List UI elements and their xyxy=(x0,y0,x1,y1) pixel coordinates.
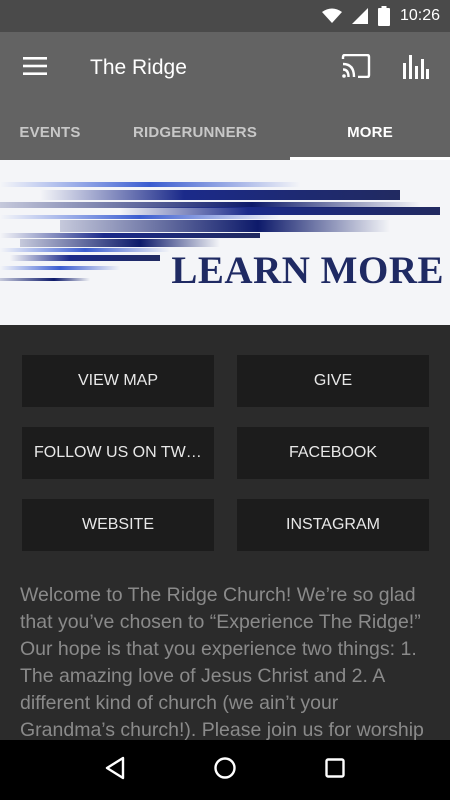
stats-button[interactable] xyxy=(386,32,446,104)
website-label: WEBSITE xyxy=(81,516,154,533)
give-label: GIVE xyxy=(313,372,353,389)
view-map-label: VIEW MAP xyxy=(77,372,158,389)
back-button[interactable] xyxy=(85,740,145,800)
tab-ridgerunners[interactable]: RIDGERUNNERS xyxy=(100,104,290,160)
back-icon xyxy=(104,756,126,785)
signal-icon xyxy=(351,8,368,24)
learn-more-banner[interactable]: LEARN MORE xyxy=(0,160,450,325)
welcome-text: Welcome to The Ridge Church! We’re so gl… xyxy=(20,584,424,740)
instagram-button[interactable]: INSTAGRAM xyxy=(237,499,429,551)
banner-streaks-graphic xyxy=(0,182,440,281)
wifi-icon xyxy=(321,8,342,24)
status-bar: 10:26 xyxy=(0,0,450,32)
hamburger-menu-icon xyxy=(23,56,47,80)
instagram-label: INSTAGRAM xyxy=(286,516,380,533)
give-button[interactable]: GIVE xyxy=(237,355,429,407)
more-content: VIEW MAP GIVE FOLLOW US ON TWI… FACEBOOK… xyxy=(0,325,450,740)
tab-more[interactable]: MORE xyxy=(290,104,450,160)
app-title: The Ridge xyxy=(90,56,187,79)
cast-button[interactable] xyxy=(326,32,386,104)
follow-twitter-button[interactable]: FOLLOW US ON TWI… xyxy=(22,427,214,479)
system-nav-bar xyxy=(0,740,450,800)
battery-icon xyxy=(377,6,390,26)
recents-button[interactable] xyxy=(305,740,365,800)
facebook-button[interactable]: FACEBOOK xyxy=(237,427,429,479)
recents-icon xyxy=(325,757,345,783)
banner-title: LEARN MORE xyxy=(171,249,444,292)
app-bar: The Ridge xyxy=(0,32,450,104)
home-button[interactable] xyxy=(195,740,255,800)
home-icon xyxy=(213,756,237,785)
status-time: 10:26 xyxy=(399,7,440,24)
follow-twitter-label: FOLLOW US ON TWI… xyxy=(34,444,202,461)
bar-chart-icon xyxy=(403,53,429,84)
menu-button[interactable] xyxy=(0,32,70,104)
tab-bar: EVENTS RIDGERUNNERS MORE xyxy=(0,104,450,160)
link-button-grid: VIEW MAP GIVE FOLLOW US ON TWI… FACEBOOK… xyxy=(22,355,429,551)
website-button[interactable]: WEBSITE xyxy=(22,499,214,551)
facebook-label: FACEBOOK xyxy=(288,444,378,461)
cast-icon xyxy=(341,53,371,83)
tab-events[interactable]: EVENTS xyxy=(0,104,100,160)
view-map-button[interactable]: VIEW MAP xyxy=(22,355,214,407)
